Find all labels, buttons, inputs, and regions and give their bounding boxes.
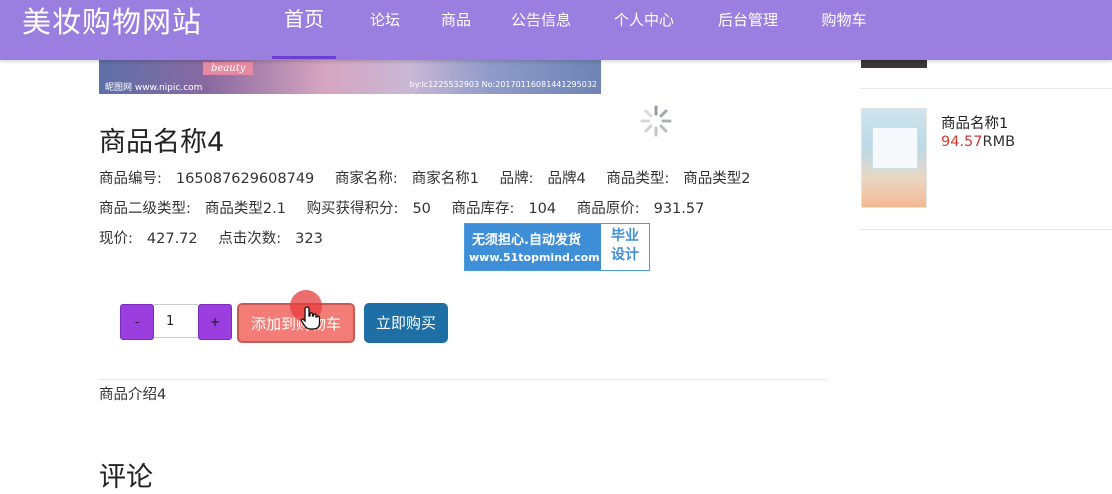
nav-home[interactable]: 首页 bbox=[272, 0, 336, 59]
field-label: 点击次数: bbox=[218, 231, 282, 247]
quantity-minus-button[interactable]: - bbox=[120, 304, 154, 340]
nav-cart[interactable]: 购物车 bbox=[812, 0, 876, 56]
product-info-line-2: 商品二级类型: 商品类型2.1 购买获得积分: 50 商品库存: 104 商品原价: 9… bbox=[99, 197, 720, 218]
field-brand: 品牌4 bbox=[547, 171, 586, 187]
field-label: 商品库存: bbox=[451, 201, 515, 217]
sidebar-item-image[interactable] bbox=[861, 108, 927, 208]
watermark-line-1: 无须担心.自动发货 bbox=[472, 233, 581, 248]
comments-heading: 评论 bbox=[99, 462, 153, 493]
field-merchant: 商家名称1 bbox=[411, 171, 480, 187]
price-unit: RMB bbox=[982, 134, 1016, 150]
banner-tag: beauty bbox=[203, 62, 254, 75]
hand-cursor-icon bbox=[300, 306, 321, 330]
product-image: beauty 昵图网 www.nipic.com by:lc1225532903… bbox=[99, 60, 601, 94]
image-watermark-left: 昵图网 www.nipic.com bbox=[105, 83, 203, 93]
field-original-price: 931.57 bbox=[653, 201, 705, 217]
watermark-badge: 无须担心.自动发货 www.51topmind.com 毕业设计 bbox=[464, 223, 650, 271]
field-label: 商品编号: bbox=[99, 171, 162, 187]
field-current-price: 427.72 bbox=[146, 231, 198, 247]
field-click-count: 323 bbox=[295, 231, 323, 247]
sidebar-item-price: 94.57RMB bbox=[941, 134, 1015, 150]
site-logo[interactable]: 美妆购物网站 bbox=[22, 4, 202, 40]
section-divider bbox=[99, 379, 827, 380]
field-category: 商品类型2 bbox=[683, 171, 751, 187]
product-info-line-1: 商品编号: 165087629608749 商家名称: 商家名称1 品牌: 品牌4 商… bbox=[99, 167, 766, 188]
nav-products[interactable]: 商品 bbox=[430, 0, 482, 56]
field-label: 现价: bbox=[99, 231, 133, 247]
nav-forum[interactable]: 论坛 bbox=[360, 0, 410, 56]
quantity-stepper: - 1 + bbox=[120, 304, 232, 340]
field-label: 品牌: bbox=[499, 171, 534, 187]
top-navbar: 美妆购物网站 首页 论坛 商品 公告信息 个人中心 后台管理 购物车 bbox=[0, 0, 1112, 60]
watermark-line-2: www.51topmind.com bbox=[469, 251, 600, 264]
watermark-badge-left: 无须担心.自动发货 www.51topmind.com bbox=[465, 224, 601, 270]
field-label: 购买获得积分: bbox=[306, 201, 399, 217]
sidebar-divider bbox=[860, 229, 1112, 230]
product-description: 商品介绍4 bbox=[99, 387, 167, 403]
field-label: 商品类型: bbox=[606, 171, 670, 187]
sidebar-item-name[interactable]: 商品名称1 bbox=[941, 112, 1008, 133]
product-box-graphic bbox=[872, 127, 918, 169]
field-label: 商品原价: bbox=[576, 201, 640, 217]
field-points: 50 bbox=[412, 201, 431, 217]
nav-user-center[interactable]: 个人中心 bbox=[606, 0, 682, 56]
image-watermark-right: by:lc1225532903 No:20170116081441295032 bbox=[409, 80, 597, 89]
nav-announcements[interactable]: 公告信息 bbox=[503, 0, 579, 56]
buy-now-button[interactable]: 立即购买 bbox=[364, 303, 448, 343]
product-title: 商品名称4 bbox=[99, 127, 225, 158]
field-label: 商品二级类型: bbox=[99, 201, 191, 217]
quantity-plus-button[interactable]: + bbox=[198, 304, 232, 340]
nav-admin[interactable]: 后台管理 bbox=[710, 0, 786, 56]
price-value: 94.57 bbox=[941, 134, 983, 150]
field-subcategory: 商品类型2.1 bbox=[204, 201, 286, 217]
product-info-line-3: 现价: 427.72 点击次数: 323 bbox=[99, 227, 339, 248]
loading-spinner-icon bbox=[640, 105, 672, 137]
field-stock: 104 bbox=[528, 201, 557, 217]
quantity-input[interactable]: 1 bbox=[154, 304, 198, 338]
watermark-badge-right: 毕业设计 bbox=[611, 228, 639, 263]
field-label: 商家名称: bbox=[334, 171, 398, 187]
field-product-id: 165087629608749 bbox=[175, 171, 315, 187]
sidebar-thumbnail-partial[interactable] bbox=[861, 60, 927, 68]
sidebar-divider bbox=[860, 88, 1112, 89]
